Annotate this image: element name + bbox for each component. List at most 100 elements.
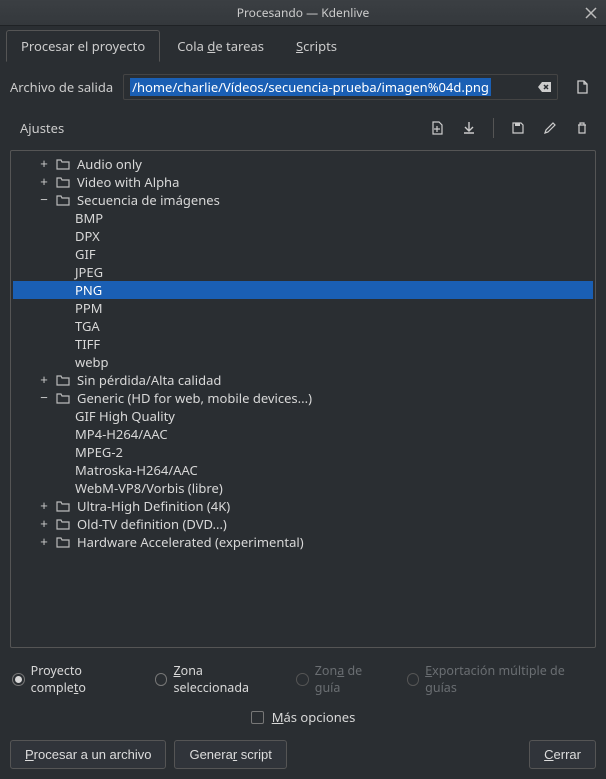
folder-icon	[55, 498, 71, 514]
folder-icon	[55, 156, 71, 172]
expand-icon[interactable]: +	[37, 373, 51, 388]
tree-preset-label: WebM-VP8/Vorbis (libre)	[75, 479, 223, 497]
tree-preset-item[interactable]: MP4-H264/AAC	[13, 425, 593, 443]
tree-preset-label: TIFF	[75, 335, 100, 353]
collapse-icon[interactable]: −	[37, 193, 51, 208]
window-title: Procesando — Kdenlive	[237, 4, 370, 21]
tree-preset-item[interactable]: DPX	[13, 227, 593, 245]
tree-folder[interactable]: + Hardware Accelerated (experimental)	[13, 533, 593, 551]
window-close-button[interactable]	[582, 4, 600, 22]
expand-icon[interactable]: +	[37, 175, 51, 190]
tree-preset-label: JPEG	[75, 263, 103, 281]
toolbar-divider	[493, 118, 494, 138]
tree-preset-item[interactable]: webp	[13, 353, 593, 371]
preset-edit-button[interactable]	[536, 116, 564, 140]
tree-folder-label: Secuencia de imágenes	[77, 191, 220, 209]
tree-folder[interactable]: − Secuencia de imágenes	[13, 191, 593, 209]
tab-scripts[interactable]: Scripts	[281, 30, 352, 62]
preset-save-button[interactable]	[504, 116, 532, 140]
tree-preset-label: TGA	[75, 317, 100, 335]
tree-preset-item[interactable]: MPEG-2	[13, 443, 593, 461]
tree-folder-label: Video with Alpha	[77, 173, 179, 191]
render-range-row: Proyecto completo Zona seleccionada Zona…	[0, 654, 606, 704]
tab-queue[interactable]: Cola de tareas	[162, 30, 279, 62]
output-file-path: /home/charlie/Vídeos/secuencia-prueba/im…	[130, 78, 491, 96]
tree-folder[interactable]: + Ultra-High Definition (4K)	[13, 497, 593, 515]
tree-preset-label: BMP	[75, 209, 103, 227]
preset-new-button[interactable]	[423, 116, 451, 140]
tree-preset-label: GIF	[75, 245, 96, 263]
radio-guide-zone: Zona de guía	[296, 662, 388, 696]
tree-folder-label: Sin pérdida/Alta calidad	[77, 371, 221, 389]
tree-folder[interactable]: − Generic (HD for web, mobile devices...)	[13, 389, 593, 407]
more-options-row[interactable]: Más opciones	[0, 704, 606, 736]
tree-preset-label: PPM	[75, 299, 103, 317]
tree-preset-item[interactable]: GIF	[13, 245, 593, 263]
tree-preset-item[interactable]: Matroska-H264/AAC	[13, 461, 593, 479]
tree-preset-item[interactable]: WebM-VP8/Vorbis (libre)	[13, 479, 593, 497]
generate-script-button[interactable]: Generar script	[174, 740, 286, 769]
tree-preset-item[interactable]: PNG	[13, 281, 593, 299]
presets-toolbar: Ajustes	[0, 108, 606, 146]
tree-preset-label: MP4-H264/AAC	[75, 425, 168, 443]
download-icon	[462, 121, 476, 135]
save-icon	[511, 121, 525, 135]
folder-icon	[55, 534, 71, 550]
tree-preset-label: Matroska-H264/AAC	[75, 461, 198, 479]
tree-folder-label: Old-TV definition (DVD...)	[77, 515, 227, 533]
tree-folder-label: Hardware Accelerated (experimental)	[77, 533, 304, 551]
preset-delete-button[interactable]	[568, 116, 596, 140]
document-new-icon	[430, 121, 444, 135]
tree-preset-label: webp	[75, 353, 109, 371]
tree-folder-label: Audio only	[77, 155, 142, 173]
tree-folder[interactable]: + Audio only	[13, 155, 593, 173]
folder-icon	[55, 372, 71, 388]
folder-icon	[55, 390, 71, 406]
tree-preset-item[interactable]: GIF High Quality	[13, 407, 593, 425]
expand-icon[interactable]: +	[37, 535, 51, 550]
preset-tree[interactable]: + Audio only + Video with Alpha − Secuencia d…	[10, 150, 596, 648]
tab-render[interactable]: Procesar el proyecto	[6, 30, 160, 62]
collapse-icon[interactable]: −	[37, 391, 51, 406]
radio-full-project[interactable]: Proyecto completo	[12, 662, 137, 696]
document-open-icon	[575, 80, 589, 94]
tree-preset-label: MPEG-2	[75, 443, 123, 461]
output-file-label: Archivo de salida	[10, 78, 113, 96]
folder-icon	[55, 192, 71, 208]
radio-selected-zone[interactable]: Zona seleccionada	[155, 662, 278, 696]
tree-preset-item[interactable]: TGA	[13, 317, 593, 335]
tree-folder[interactable]: + Video with Alpha	[13, 173, 593, 191]
tree-folder[interactable]: + Sin pérdida/Alta calidad	[13, 371, 593, 389]
more-options-checkbox[interactable]	[251, 711, 264, 724]
radio-multi-export: Exportación múltiple de guías	[407, 662, 594, 696]
pencil-icon	[543, 121, 557, 135]
tree-preset-item[interactable]: TIFF	[13, 335, 593, 353]
tree-preset-item[interactable]: JPEG	[13, 263, 593, 281]
output-file-input[interactable]: /home/charlie/Vídeos/secuencia-prueba/im…	[123, 74, 558, 100]
expand-icon[interactable]: +	[37, 517, 51, 532]
tab-bar: Procesar el proyecto Cola de tareas Scri…	[0, 26, 606, 62]
tree-folder-label: Generic (HD for web, mobile devices...)	[77, 389, 312, 407]
close-icon	[585, 7, 597, 19]
output-file-row: Archivo de salida /home/charlie/Vídeos/s…	[0, 62, 606, 108]
tree-preset-item[interactable]: BMP	[13, 209, 593, 227]
output-browse-button[interactable]	[568, 75, 596, 99]
tree-preset-label: PNG	[75, 281, 102, 299]
more-options-label: Más opciones	[272, 708, 356, 726]
tree-folder-label: Ultra-High Definition (4K)	[77, 497, 230, 515]
output-clear-button[interactable]	[537, 79, 553, 95]
backspace-icon	[538, 80, 552, 94]
render-to-file-button[interactable]: Procesar a un archivo	[10, 740, 166, 769]
presets-label: Ajustes	[20, 119, 419, 137]
dialog-button-row: Procesar a un archivo Generar script Cer…	[0, 736, 606, 779]
tree-folder[interactable]: + Old-TV definition (DVD...)	[13, 515, 593, 533]
expand-icon[interactable]: +	[37, 157, 51, 172]
tree-preset-label: DPX	[75, 227, 100, 245]
folder-icon	[55, 516, 71, 532]
tree-preset-item[interactable]: PPM	[13, 299, 593, 317]
expand-icon[interactable]: +	[37, 499, 51, 514]
close-button[interactable]: Cerrar	[529, 740, 596, 769]
folder-icon	[55, 174, 71, 190]
tree-preset-label: GIF High Quality	[75, 407, 175, 425]
preset-download-button[interactable]	[455, 116, 483, 140]
